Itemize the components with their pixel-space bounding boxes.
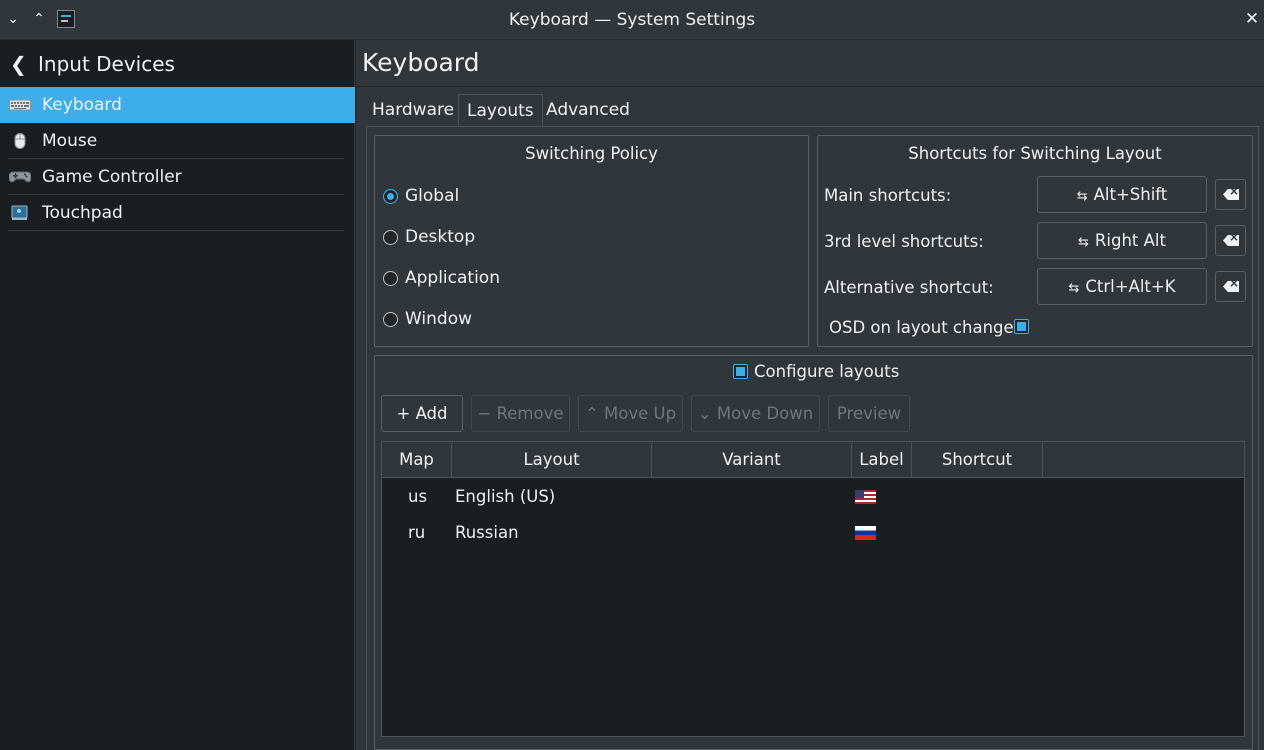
shortcut-value: Ctrl+Alt+K bbox=[1085, 277, 1176, 296]
third-level-shortcut-button[interactable]: ⇆ Right Alt bbox=[1037, 222, 1207, 259]
column-header-shortcut[interactable]: Shortcut bbox=[912, 442, 1043, 478]
osd-label: OSD on layout change bbox=[829, 318, 1014, 337]
table-header: Map Layout Variant Label Shortcut bbox=[382, 442, 1244, 478]
sidebar-title: Input Devices bbox=[38, 52, 175, 76]
sidebar-item-label: Game Controller bbox=[42, 167, 182, 187]
chevron-down-icon: ⌄ bbox=[697, 404, 712, 423]
sidebar-item-touchpad[interactable]: Touchpad bbox=[0, 195, 355, 231]
radio-label: Window bbox=[405, 309, 473, 329]
mouse-icon bbox=[14, 133, 26, 149]
radio-label: Desktop bbox=[405, 227, 476, 247]
alternative-shortcut-label: Alternative shortcut: bbox=[824, 278, 994, 297]
layouts-table: Map Layout Variant Label Shortcut us Eng… bbox=[381, 441, 1245, 737]
button-label: Add bbox=[415, 404, 448, 423]
ru-flag-icon bbox=[855, 526, 876, 540]
page-title: Keyboard bbox=[362, 48, 480, 77]
chevron-up-icon: ⌃ bbox=[584, 404, 599, 423]
backspace-icon bbox=[1223, 189, 1239, 200]
remove-layout-button[interactable]: − Remove bbox=[471, 395, 570, 432]
sidebar: ❮ Input Devices Keyboard Mouse Game Cont bbox=[0, 40, 355, 750]
shortcut-value: Right Alt bbox=[1094, 231, 1166, 250]
column-header-variant[interactable]: Variant bbox=[652, 442, 852, 478]
column-header-map[interactable]: Map bbox=[382, 442, 452, 478]
backspace-icon bbox=[1223, 235, 1239, 246]
back-chevron-icon[interactable]: ❮ bbox=[10, 52, 27, 76]
configure-layouts-checkbox[interactable] bbox=[733, 364, 748, 379]
backspace-icon bbox=[1223, 281, 1239, 292]
touchpad-icon bbox=[11, 205, 28, 220]
switching-policy-title: Switching Policy bbox=[525, 144, 658, 163]
sidebar-item-label: Keyboard bbox=[42, 95, 122, 115]
radio-indicator[interactable] bbox=[383, 271, 398, 286]
main-shortcut-button[interactable]: ⇆ Alt+Shift bbox=[1037, 176, 1207, 213]
button-label: Remove bbox=[496, 404, 564, 423]
cell-layout: Russian bbox=[455, 523, 519, 542]
move-up-button[interactable]: ⌃ Move Up bbox=[578, 395, 683, 432]
clear-third-level-shortcut-button[interactable] bbox=[1215, 225, 1246, 256]
cell-map: us bbox=[408, 487, 428, 506]
title-bar: ⌄ ⌃ Keyboard — System Settings ✕ bbox=[0, 0, 1264, 40]
shortcuts-group: Shortcuts for Switching Layout Main shor… bbox=[817, 135, 1253, 347]
sidebar-header[interactable]: ❮ Input Devices bbox=[0, 40, 355, 87]
header-divider bbox=[356, 86, 1264, 87]
configure-layouts-label: Configure layouts bbox=[754, 362, 900, 381]
tab-layouts[interactable]: Layouts bbox=[458, 94, 543, 127]
main-shortcuts-label: Main shortcuts: bbox=[824, 186, 952, 205]
radio-indicator[interactable] bbox=[383, 312, 398, 327]
radio-label: Global bbox=[405, 186, 460, 206]
sidebar-item-keyboard[interactable]: Keyboard bbox=[0, 87, 355, 123]
radio-indicator[interactable] bbox=[383, 230, 398, 245]
sidebar-item-mouse[interactable]: Mouse bbox=[0, 123, 355, 159]
tab-hardware[interactable]: Hardware bbox=[364, 94, 462, 127]
button-label: Move Down bbox=[716, 404, 814, 423]
preview-button[interactable]: Preview bbox=[828, 395, 910, 432]
cell-layout: English (US) bbox=[455, 487, 556, 506]
radio-label: Application bbox=[405, 268, 500, 288]
plus-icon: + bbox=[396, 404, 411, 423]
sidebar-item-game-controller[interactable]: Game Controller bbox=[0, 159, 355, 195]
button-label: Move Up bbox=[604, 404, 677, 423]
osd-checkbox[interactable] bbox=[1014, 319, 1029, 334]
third-level-shortcuts-label: 3rd level shortcuts: bbox=[824, 232, 984, 251]
gamepad-icon bbox=[9, 171, 31, 183]
window-title: Keyboard — System Settings bbox=[508, 10, 756, 30]
radio-indicator[interactable] bbox=[383, 189, 398, 204]
sidebar-item-label: Mouse bbox=[42, 131, 98, 151]
sidebar-item-label: Touchpad bbox=[42, 203, 123, 223]
clear-main-shortcut-button[interactable] bbox=[1215, 179, 1246, 210]
swap-arrows-icon: ⇆ bbox=[1076, 189, 1088, 204]
cell-map: ru bbox=[408, 523, 426, 542]
sidebar-divider bbox=[8, 230, 344, 231]
shortcuts-title: Shortcuts for Switching Layout bbox=[908, 144, 1162, 163]
tab-advanced[interactable]: Advanced bbox=[538, 94, 638, 127]
main-panel: Keyboard Hardware Layouts Advanced Switc… bbox=[356, 40, 1264, 750]
column-header-layout[interactable]: Layout bbox=[452, 442, 652, 478]
switching-policy-group: Switching Policy Global Desktop Applicat… bbox=[374, 135, 809, 347]
close-icon[interactable]: ✕ bbox=[1242, 9, 1262, 29]
alternative-shortcut-button[interactable]: ⇆ Ctrl+Alt+K bbox=[1037, 268, 1207, 305]
add-layout-button[interactable]: + Add bbox=[381, 395, 463, 432]
shortcut-value: Alt+Shift bbox=[1093, 185, 1168, 204]
keyboard-icon bbox=[9, 99, 31, 111]
move-down-button[interactable]: ⌄ Move Down bbox=[691, 395, 820, 432]
clear-alternative-shortcut-button[interactable] bbox=[1215, 271, 1246, 302]
column-header-label[interactable]: Label bbox=[852, 442, 912, 478]
swap-arrows-icon: ⇆ bbox=[1078, 235, 1089, 250]
swap-arrows-icon: ⇆ bbox=[1068, 281, 1080, 296]
us-flag-icon bbox=[855, 490, 876, 504]
minus-icon: − bbox=[477, 404, 492, 423]
